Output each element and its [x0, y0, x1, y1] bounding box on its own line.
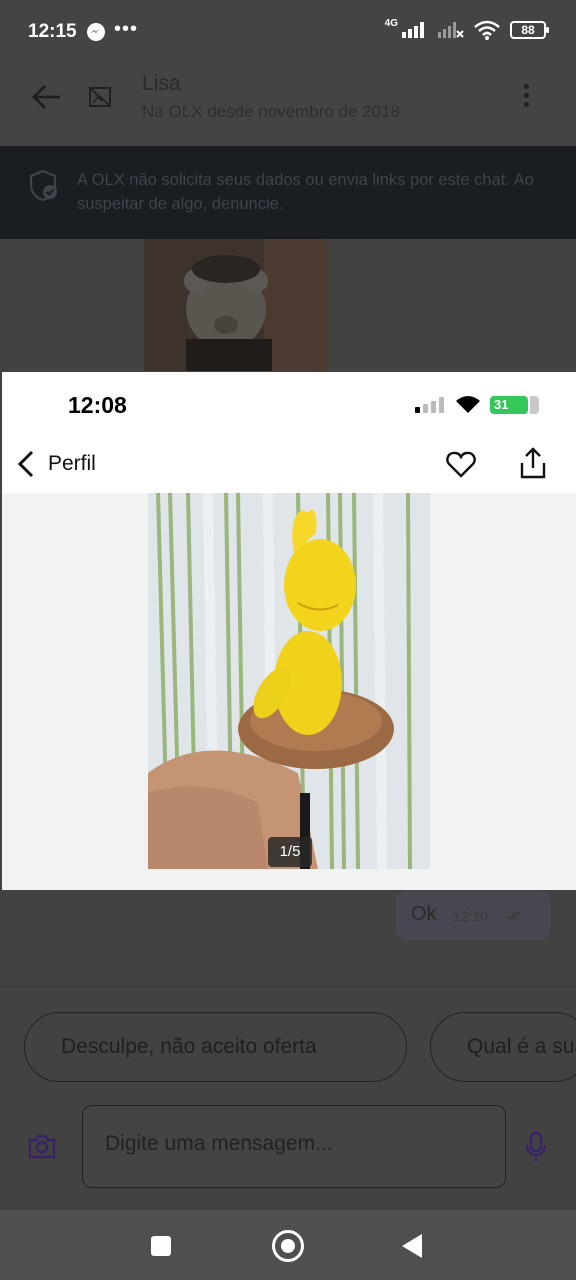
back-button[interactable] [402, 1234, 422, 1258]
security-banner: A OLX não solicita seus dados ou envia l… [0, 146, 576, 239]
contact-name[interactable]: Lisa [142, 72, 181, 96]
woodstock-plush-image [148, 493, 430, 869]
network-type: 4G [384, 17, 398, 29]
wifi-icon [474, 20, 500, 40]
status-right: 4G 88 [384, 17, 549, 40]
status-time: 12:15 [28, 21, 77, 42]
security-banner-text: A OLX não solicita seus dados ou envia l… [77, 171, 534, 213]
sent-message-bubble[interactable]: Ok 12:10 [396, 890, 550, 940]
message-input[interactable] [105, 1132, 485, 1156]
ios-status-time: 12:08 [68, 392, 127, 418]
ios-signal-icon [415, 397, 444, 413]
divider [0, 986, 576, 987]
chat-header: Lisa Na OLX desde novembro de 2018 [0, 50, 576, 146]
ios-wifi-icon [456, 396, 480, 413]
quick-reply-chip[interactable]: Qual é a sua [430, 1012, 576, 1082]
teddy-bear-image [144, 239, 327, 371]
product-thumbnail[interactable] [144, 239, 327, 371]
ios-battery-icon: 31 [490, 396, 539, 414]
heart-icon[interactable] [446, 450, 476, 478]
status-bar: 12:15 ••• 4G 88 [0, 0, 576, 50]
messenger-icon [87, 23, 105, 41]
chevron-left-icon[interactable] [16, 450, 36, 478]
home-button[interactable] [272, 1230, 304, 1262]
photo-counter: 1/5 [268, 837, 312, 867]
navigation-bar [0, 1210, 576, 1280]
message-text: Ok [411, 903, 437, 925]
profile-back-label[interactable]: Perfil [48, 452, 96, 476]
share-icon[interactable] [518, 446, 548, 480]
camera-icon[interactable] [27, 1131, 57, 1161]
photo-gallery[interactable]: 1/5 [2, 493, 576, 890]
more-vert-icon[interactable] [524, 84, 534, 112]
more-notifications: ••• [114, 18, 139, 40]
quick-reply-chip[interactable]: Desculpe, não aceito oferta [24, 1012, 407, 1082]
battery-icon: 88 [510, 21, 549, 39]
double-check-icon [506, 910, 521, 921]
avatar-placeholder-icon [89, 87, 111, 107]
recents-button[interactable] [151, 1236, 171, 1256]
contact-member-since: Na OLX desde novembro de 2018 [142, 102, 401, 121]
signal-no-service-icon [438, 22, 464, 38]
back-arrow-icon[interactable] [30, 80, 64, 114]
shared-screenshot[interactable]: 12:08 31 Perfil 1/5 [2, 372, 576, 890]
shield-check-icon [29, 169, 57, 202]
microphone-icon[interactable] [524, 1131, 548, 1163]
signal-icon [402, 22, 424, 38]
product-photo[interactable] [148, 493, 430, 869]
message-input-box[interactable] [82, 1105, 506, 1188]
message-time: 12:10 [453, 908, 489, 924]
